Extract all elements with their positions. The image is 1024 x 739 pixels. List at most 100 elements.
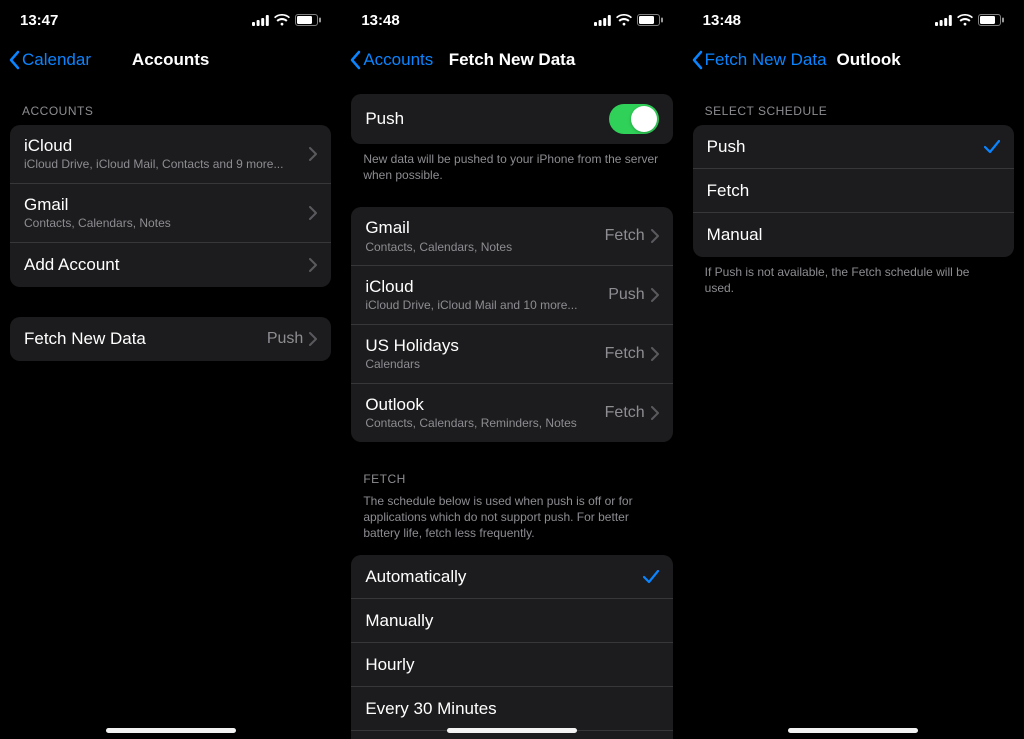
check-icon — [984, 140, 1000, 154]
account-row[interactable]: Add Account — [10, 243, 331, 287]
content: SELECT SCHEDULE Push Fetch Manual If Pus… — [683, 80, 1024, 739]
battery-icon — [295, 14, 321, 26]
status-bar: 13:48 — [683, 0, 1024, 40]
panel-fetch-new-data: 13:48 Accounts Fetch New Data Push New d… — [341, 0, 682, 739]
nav-title: Fetch New Data — [449, 50, 576, 70]
nav-title: Accounts — [132, 50, 209, 70]
schedule-option-row[interactable]: Manually — [351, 599, 672, 643]
row-sublabel: Calendars — [365, 357, 604, 373]
back-button[interactable]: Accounts — [349, 50, 433, 70]
fetch-new-data-row[interactable]: Fetch New Data Push — [10, 317, 331, 361]
panel-outlook: 13:48 Fetch New Data Outlook SELECT SCHE… — [683, 0, 1024, 739]
battery-icon — [637, 14, 663, 26]
fetch-footer-top: The schedule below is used when push is … — [351, 493, 672, 556]
chevron-left-icon — [349, 50, 361, 70]
status-time: 13:47 — [20, 12, 58, 29]
row-value: Push — [608, 286, 644, 304]
status-time: 13:48 — [703, 12, 741, 29]
row-label: Outlook — [365, 394, 604, 415]
fetch-list: Fetch New Data Push — [10, 317, 331, 361]
schedule-option-row[interactable]: Automatically — [351, 555, 672, 599]
account-row[interactable]: iCloud iCloud Drive, iCloud Mail, Contac… — [10, 125, 331, 184]
schedule-footer: If Push is not available, the Fetch sche… — [693, 257, 1014, 296]
account-row[interactable]: Gmail Contacts, Calendars, Notes — [10, 184, 331, 243]
row-label: Gmail — [24, 194, 309, 215]
status-bar: 13:48 — [341, 0, 682, 40]
schedule-option-row[interactable]: Every 30 Minutes — [351, 687, 672, 731]
row-sublabel: Contacts, Calendars, Notes — [365, 240, 604, 256]
row-label: Manual — [707, 224, 1000, 245]
row-label: iCloud — [365, 276, 608, 297]
per-account-list: Gmail Contacts, Calendars, Notes Fetch i… — [351, 207, 672, 441]
row-label: Push — [365, 108, 608, 129]
row-label: Manually — [365, 610, 658, 631]
chevron-right-icon — [651, 347, 659, 361]
row-label: Every 30 Minutes — [365, 698, 658, 719]
row-label: Automatically — [365, 566, 642, 587]
content: ACCOUNTS iCloud iCloud Drive, iCloud Mai… — [0, 80, 341, 739]
home-indicator[interactable] — [788, 728, 918, 733]
row-value: Fetch — [605, 227, 645, 245]
push-footer: New data will be pushed to your iPhone f… — [351, 144, 672, 183]
chevron-right-icon — [651, 406, 659, 420]
content: Push New data will be pushed to your iPh… — [341, 80, 682, 739]
row-sublabel: Contacts, Calendars, Notes — [24, 216, 309, 232]
chevron-right-icon — [309, 147, 317, 161]
battery-icon — [978, 14, 1004, 26]
home-indicator[interactable] — [447, 728, 577, 733]
schedule-option-row[interactable]: Fetch — [693, 169, 1014, 213]
panel-accounts: 13:47 Calendar Accounts ACCOUNTS iCloud … — [0, 0, 341, 739]
row-label: Fetch New Data — [24, 328, 267, 349]
account-row[interactable]: US Holidays Calendars Fetch — [351, 325, 672, 384]
push-list: Push — [351, 94, 672, 144]
wifi-icon — [616, 14, 632, 26]
check-icon — [643, 570, 659, 584]
schedule-options-list: Push Fetch Manual — [693, 125, 1014, 257]
status-bar: 13:47 — [0, 0, 341, 40]
row-label: Add Account — [24, 254, 309, 275]
wifi-icon — [957, 14, 973, 26]
account-row[interactable]: Gmail Contacts, Calendars, Notes Fetch — [351, 207, 672, 266]
cellular-icon — [252, 15, 269, 26]
section-header-schedule: SELECT SCHEDULE — [693, 80, 1014, 125]
home-indicator[interactable] — [106, 728, 236, 733]
status-right — [252, 14, 321, 26]
nav-title: Outlook — [837, 50, 901, 70]
section-header-fetch: FETCH — [351, 442, 672, 493]
push-toggle[interactable] — [609, 104, 659, 134]
chevron-right-icon — [651, 229, 659, 243]
cellular-icon — [594, 15, 611, 26]
chevron-right-icon — [309, 206, 317, 220]
chevron-right-icon — [309, 258, 317, 272]
row-sublabel: iCloud Drive, iCloud Mail, Contacts and … — [24, 157, 309, 173]
row-label: Hourly — [365, 654, 658, 675]
back-label: Accounts — [363, 50, 433, 70]
schedule-option-row[interactable]: Push — [693, 125, 1014, 169]
row-label: Gmail — [365, 217, 604, 238]
status-time: 13:48 — [361, 12, 399, 29]
nav-bar: Accounts Fetch New Data — [341, 40, 682, 80]
row-value: Fetch — [605, 404, 645, 422]
status-right — [935, 14, 1004, 26]
back-label: Calendar — [22, 50, 91, 70]
row-sublabel: Contacts, Calendars, Reminders, Notes — [365, 416, 604, 432]
status-right — [594, 14, 663, 26]
row-value: Push — [267, 330, 303, 348]
row-label: Fetch — [707, 180, 1000, 201]
account-row[interactable]: Outlook Contacts, Calendars, Reminders, … — [351, 384, 672, 442]
schedule-option-row[interactable]: Manual — [693, 213, 1014, 257]
push-toggle-row[interactable]: Push — [351, 94, 672, 144]
nav-bar: Fetch New Data Outlook — [683, 40, 1024, 80]
back-label: Fetch New Data — [705, 50, 827, 70]
schedule-option-row[interactable]: Hourly — [351, 643, 672, 687]
schedule-options-list: Automatically Manually Hourly Every 30 M… — [351, 555, 672, 739]
row-label: Push — [707, 136, 984, 157]
row-sublabel: iCloud Drive, iCloud Mail and 10 more... — [365, 298, 608, 314]
back-button[interactable]: Calendar — [8, 50, 91, 70]
section-header-accounts: ACCOUNTS — [10, 80, 331, 125]
chevron-left-icon — [8, 50, 20, 70]
account-row[interactable]: iCloud iCloud Drive, iCloud Mail and 10 … — [351, 266, 672, 325]
accounts-list: iCloud iCloud Drive, iCloud Mail, Contac… — [10, 125, 331, 287]
back-button[interactable]: Fetch New Data — [691, 50, 827, 70]
row-value: Fetch — [605, 345, 645, 363]
